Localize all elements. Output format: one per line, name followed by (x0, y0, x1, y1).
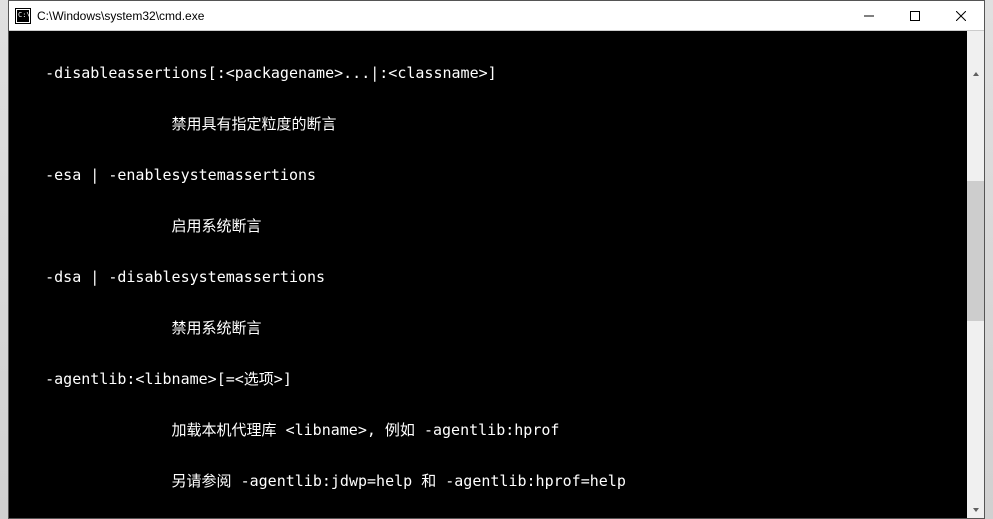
terminal-area[interactable]: -disableassertions[:<packagename>...|:<c… (9, 31, 984, 518)
scrollbar-thumb[interactable] (967, 181, 984, 321)
window-controls (846, 1, 984, 30)
cmd-icon: C:\ (15, 8, 31, 24)
scrollbar-up-button[interactable] (967, 65, 984, 82)
vertical-scrollbar[interactable] (967, 31, 984, 518)
maximize-button[interactable] (892, 1, 938, 30)
background-left-strip (0, 0, 8, 519)
cmd-window: C:\ C:\Windows\system32\cmd.exe -disable… (8, 0, 985, 519)
terminal-line: 禁用具有指定粒度的断言 (9, 116, 967, 133)
terminal-line: -dsa | -disablesystemassertions (9, 269, 967, 286)
window-title: C:\Windows\system32\cmd.exe (37, 9, 846, 23)
terminal-line: -esa | -enablesystemassertions (9, 167, 967, 184)
terminal-line: -agentlib:<libname>[=<选项>] (9, 371, 967, 388)
terminal-line: 启用系统断言 (9, 218, 967, 235)
terminal-line: 另请参阅 -agentlib:jdwp=help 和 -agentlib:hpr… (9, 473, 967, 490)
background-right-strip (985, 0, 993, 519)
terminal-line: 加载本机代理库 <libname>, 例如 -agentlib:hprof (9, 422, 967, 439)
minimize-button[interactable] (846, 1, 892, 30)
svg-text:C:\: C:\ (18, 11, 31, 19)
terminal-line: 禁用系统断言 (9, 320, 967, 337)
scrollbar-down-button[interactable] (967, 501, 984, 518)
terminal-line: -disableassertions[:<packagename>...|:<c… (9, 65, 967, 82)
close-button[interactable] (938, 1, 984, 30)
terminal-content[interactable]: -disableassertions[:<packagename>...|:<c… (9, 31, 967, 518)
window-titlebar[interactable]: C:\ C:\Windows\system32\cmd.exe (9, 1, 984, 31)
